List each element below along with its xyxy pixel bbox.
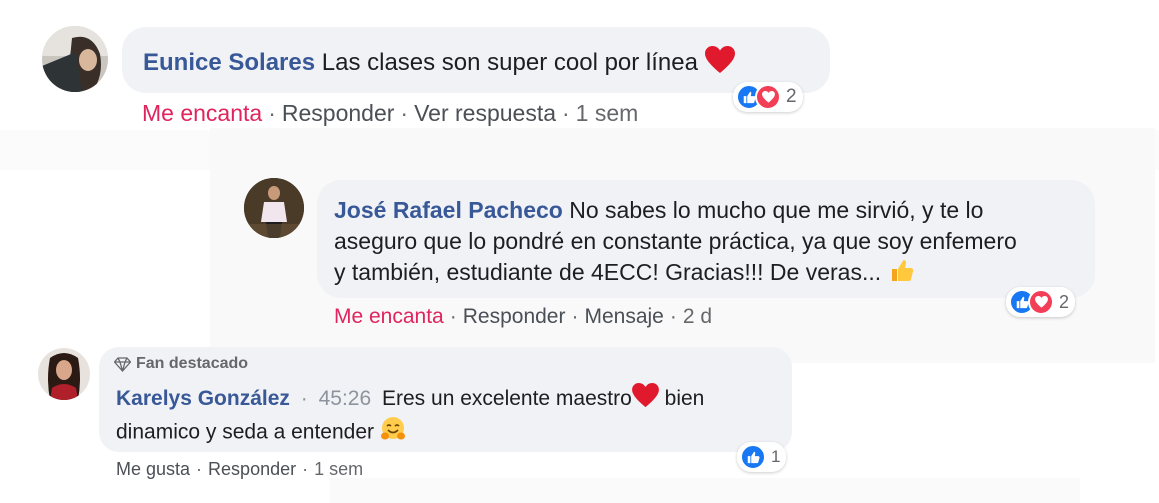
separator-dot: ·: [400, 100, 409, 126]
reactions-summary[interactable]: 2: [1006, 287, 1076, 317]
reply-link[interactable]: Responder: [208, 458, 296, 480]
separator-dot: ·: [669, 305, 677, 328]
view-reply-link[interactable]: Ver respuesta: [414, 99, 556, 127]
comment-text-line: No sabes lo mucho que me sirvió, y te lo: [569, 197, 984, 223]
separator-dot: ·: [571, 305, 579, 328]
comment-text-line: aseguro que lo pondré en constante práct…: [334, 227, 1017, 254]
video-timestamp-link[interactable]: 45:26: [319, 387, 372, 410]
separator-dot: ·: [268, 100, 276, 126]
like-reaction-link[interactable]: Me gusta: [116, 458, 190, 480]
comment-text-line: bien: [664, 387, 705, 411]
comment-time[interactable]: 1 sem: [314, 458, 363, 480]
love-icon: [1028, 289, 1054, 315]
avatar[interactable]: [42, 26, 108, 92]
reaction-count: 2: [1059, 291, 1070, 312]
separator-dot: ·: [449, 305, 457, 328]
comment-time[interactable]: 2 d: [683, 304, 712, 330]
comment-bubble: Eunice Solares Las clases son super cool…: [122, 27, 830, 93]
comment-text-line: dinamico y seda a entender: [116, 420, 374, 444]
reply-link[interactable]: Responder: [463, 304, 566, 330]
comment-text-line: Eres un excelente maestro: [382, 387, 632, 411]
like-icon: [740, 444, 766, 470]
hugging-face-emoji-icon: [380, 416, 406, 450]
diamond-icon: [114, 356, 131, 372]
separator-dot: ·: [196, 459, 203, 479]
comment-actions: Me encanta · Responder · Mensaje · 2 d: [334, 304, 712, 330]
message-link[interactable]: Mensaje: [584, 304, 663, 330]
fan-badge: Fan destacado: [114, 355, 248, 373]
background-overlay: [330, 478, 1080, 503]
comment-author[interactable]: Eunice Solares: [143, 49, 315, 76]
comment-bubble: José Rafael Pacheco No sabes lo mucho qu…: [317, 180, 1095, 298]
comment-actions: Me encanta · Responder · Ver respuesta ·…: [142, 99, 638, 127]
reactions-summary[interactable]: 2: [733, 82, 803, 112]
comment-bubble: Fan destacado Karelys González · 45:26 E…: [99, 347, 792, 452]
comment-actions: Me gusta · Responder · 1 sem: [116, 458, 363, 480]
reaction-count: 1: [771, 447, 781, 466]
red-heart-icon: [704, 46, 735, 81]
comment-author[interactable]: José Rafael Pacheco: [334, 197, 563, 223]
comment-time[interactable]: 1 sem: [576, 99, 639, 127]
avatar[interactable]: [38, 348, 90, 400]
comment-author[interactable]: Karelys González: [116, 387, 290, 410]
reaction-count: 2: [786, 86, 797, 107]
separator-dot: ·: [300, 387, 308, 411]
separator-dot: ·: [302, 459, 309, 479]
comment-text: Las clases son super cool por línea: [321, 48, 698, 76]
avatar[interactable]: [244, 178, 304, 238]
thumbs-up-emoji-icon: [888, 256, 916, 292]
reply-link[interactable]: Responder: [282, 99, 395, 127]
love-reaction-link[interactable]: Me encanta: [334, 304, 444, 330]
love-reaction-link[interactable]: Me encanta: [142, 99, 262, 127]
fan-badge-label: Fan destacado: [136, 355, 249, 372]
reactions-summary[interactable]: 1: [737, 442, 787, 472]
red-heart-icon: [631, 383, 659, 416]
separator-dot: ·: [562, 100, 570, 126]
love-icon: [755, 84, 781, 110]
comment-text-line: y también, estudiante de 4ECC! Gracias!!…: [334, 258, 882, 285]
